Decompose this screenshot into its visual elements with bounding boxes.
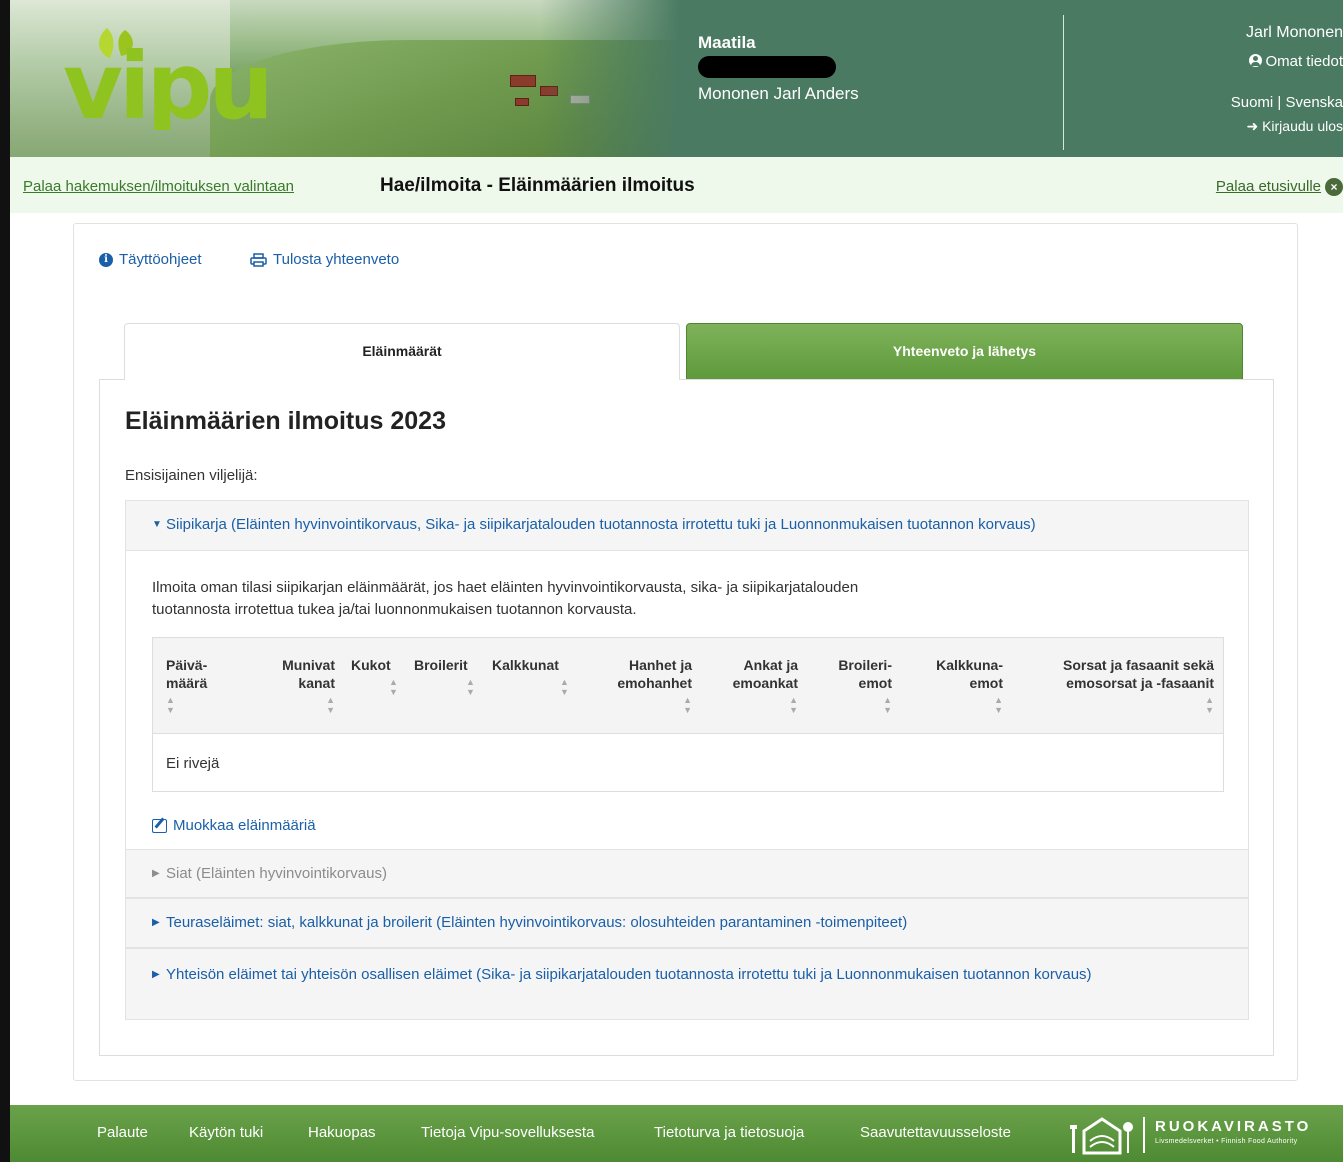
col-header-ducks[interactable]: Ankat ja emoankat ▲ ▼ <box>733 656 798 715</box>
user-name: Jarl Mononen <box>1246 24 1343 41</box>
section-community-animals: ▶ Yhteisön eläimet tai yhteisön osallise… <box>125 948 1249 1020</box>
subheader-bar: Palaa hakemuksen/ilmoituksen valintaan H… <box>10 157 1343 213</box>
logout-label: Kirjaudu ulos <box>1262 118 1343 134</box>
tab-animal-counts[interactable]: Eläinmäärät <box>124 323 680 380</box>
col-header-roosters[interactable]: Kukot ▲ ▼ <box>351 656 398 697</box>
print-summary-label: Tulosta yhteenveto <box>273 251 400 268</box>
sort-icon: ▲ ▼ <box>994 695 1003 715</box>
back-to-selection-link[interactable]: Palaa hakemuksen/ilmoituksen valintaan <box>23 178 294 195</box>
col-header-turkey-parents[interactable]: Kalkkuna- emot ▲ ▼ <box>936 656 1003 715</box>
col-header-broiler-parents[interactable]: Broileri- emot ▲ ▼ <box>838 656 892 715</box>
section-poultry-body: Ilmoita oman tilasi siipikarjan eläinmää… <box>126 550 1248 849</box>
empty-table-message: Ei rivejä <box>166 755 220 772</box>
caret-down-icon: ▼ <box>152 519 162 530</box>
primary-farmer-label: Ensisijainen viljelijä: <box>125 467 258 484</box>
back-to-home-link[interactable]: Palaa etusivulle <box>1216 178 1321 195</box>
section-slaughter-animals-header[interactable]: ▶ Teuraseläimet: siat, kalkkunat ja broi… <box>126 899 1248 947</box>
instructions-label: Täyttöohjeet <box>119 251 202 268</box>
page-title: Hae/ilmoita - Eläinmäärien ilmoitus <box>380 175 695 196</box>
sort-icon: ▲ ▼ <box>789 695 798 715</box>
vipu-logo[interactable]: vipu <box>55 20 305 130</box>
poultry-table: Päivä- määrä ▲ ▼ Munivat kanat ▲ ▼ Kukot ▲ ▼ B… <box>152 637 1224 792</box>
edit-animal-counts-label: Muokkaa eläinmääriä <box>173 817 316 834</box>
authority-subtitle: Livsmedelsverket • Finnish Food Authorit… <box>1155 1138 1298 1145</box>
edit-icon <box>152 818 167 833</box>
info-icon: i <box>99 252 113 267</box>
print-icon <box>250 252 267 267</box>
section-pigs: ▶ Siat (Eläinten hyvinvointikorvaus) <box>125 849 1249 898</box>
print-summary-link[interactable]: Tulosta yhteenveto <box>250 251 399 268</box>
section-slaughter-animals-title: Teuraseläimet: siat, kalkkunat ja broile… <box>166 914 908 931</box>
col-header-broilers[interactable]: Broilerit ▲ ▼ <box>414 656 475 697</box>
footer-link-guide[interactable]: Hakuopas <box>308 1124 376 1141</box>
close-icon[interactable]: × <box>1325 178 1343 196</box>
instructions-link[interactable]: i Täyttöohjeet <box>99 251 202 268</box>
col-header-mallards-pheasants[interactable]: Sorsat ja fasaanit sekä emosorsat ja -fa… <box>1063 656 1214 715</box>
logo-text: vipu <box>63 33 270 130</box>
caret-right-icon: ▶ <box>152 969 160 980</box>
sort-icon: ▲ ▼ <box>883 695 892 715</box>
table-header: Päivä- määrä ▲ ▼ Munivat kanat ▲ ▼ Kukot ▲ ▼ B… <box>153 638 1223 734</box>
main-card: i Täyttöohjeet Tulosta yhteenveto Eläinm… <box>73 223 1298 1081</box>
tab-summary-and-submit[interactable]: Yhteenveto ja lähetys <box>686 323 1243 380</box>
footer-link-privacy[interactable]: Tietoturva ja tietosuoja <box>654 1124 804 1141</box>
farm-title: Maatila <box>698 33 756 52</box>
sort-icon: ▲ ▼ <box>326 695 335 715</box>
app-header: vipu Maatila Mononen Jarl Anders Jarl Mo… <box>10 0 1343 157</box>
header-divider <box>1063 15 1064 150</box>
section-poultry-header[interactable]: ▼ Siipikarja (Eläinten hyvinvointikorvau… <box>126 501 1248 550</box>
sort-icon: ▲ ▼ <box>560 677 569 697</box>
ruokavirasto-emblem-icon <box>1070 1117 1133 1155</box>
own-info-label: Omat tiedot <box>1265 53 1343 70</box>
logout-link[interactable]: ➜ Kirjaudu ulos <box>1246 118 1343 135</box>
footer-link-about-vipu[interactable]: Tietoja Vipu-sovelluksesta <box>421 1124 594 1141</box>
section-poultry: ▼ Siipikarja (Eläinten hyvinvointikorvau… <box>125 500 1249 849</box>
caret-right-icon: ▶ <box>152 868 160 879</box>
sort-icon: ▲ ▼ <box>389 677 398 697</box>
user-icon <box>1249 54 1263 67</box>
authority-name: RUOKAVIRASTO <box>1155 1118 1312 1135</box>
window-edge <box>0 0 10 1162</box>
footer-link-accessibility[interactable]: Saavutettavuusseloste <box>860 1124 1011 1141</box>
farm-owner: Mononen Jarl Anders <box>698 84 859 103</box>
col-header-turkeys[interactable]: Kalkkunat ▲ ▼ <box>492 656 569 697</box>
sort-icon: ▲ ▼ <box>683 695 692 715</box>
language-selector[interactable]: Suomi | Svenska <box>1231 94 1343 111</box>
section-poultry-title: Siipikarja (Eläinten hyvinvointikorvaus,… <box>166 516 1036 533</box>
form-title: Eläinmäärien ilmoitus 2023 <box>125 407 446 435</box>
footer-link-feedback[interactable]: Palaute <box>97 1124 148 1141</box>
sort-icon: ▲ ▼ <box>466 677 475 697</box>
edit-animal-counts-link[interactable]: Muokkaa eläinmääriä <box>152 817 316 834</box>
redacted-farm-id <box>698 56 836 78</box>
section-description: Ilmoita oman tilasi siipikarjan eläinmää… <box>152 579 859 618</box>
section-pigs-header[interactable]: ▶ Siat (Eläinten hyvinvointikorvaus) <box>126 850 1248 897</box>
sort-icon: ▲ ▼ <box>166 695 175 715</box>
ruokavirasto-logo[interactable]: RUOKAVIRASTO Livsmedelsverket • Finnish … <box>1070 1113 1343 1157</box>
caret-right-icon: ▶ <box>152 917 160 928</box>
section-slaughter-animals: ▶ Teuraseläimet: siat, kalkkunat ja broi… <box>125 898 1249 948</box>
own-info-link[interactable]: Omat tiedot <box>1249 53 1343 70</box>
section-pigs-title: Siat (Eläinten hyvinvointikorvaus) <box>166 865 387 882</box>
logout-icon: ➜ <box>1246 118 1259 134</box>
col-header-geese[interactable]: Hanhet ja emohanhet ▲ ▼ <box>617 656 692 715</box>
section-community-animals-title: Yhteisön eläimet tai yhteisön osallisen … <box>166 966 1092 983</box>
tab-panel: Eläinmäärien ilmoitus 2023 Ensisijainen … <box>99 379 1274 1056</box>
app-footer: Palaute Käytön tuki Hakuopas Tietoja Vip… <box>10 1105 1343 1162</box>
section-community-animals-header[interactable]: ▶ Yhteisön eläimet tai yhteisön osallise… <box>126 949 1248 1019</box>
col-header-laying-hens[interactable]: Munivat kanat ▲ ▼ <box>282 656 335 715</box>
sort-icon: ▲ ▼ <box>1205 695 1214 715</box>
col-header-date[interactable]: Päivä- määrä ▲ ▼ <box>166 656 207 715</box>
footer-link-support[interactable]: Käytön tuki <box>189 1124 263 1141</box>
